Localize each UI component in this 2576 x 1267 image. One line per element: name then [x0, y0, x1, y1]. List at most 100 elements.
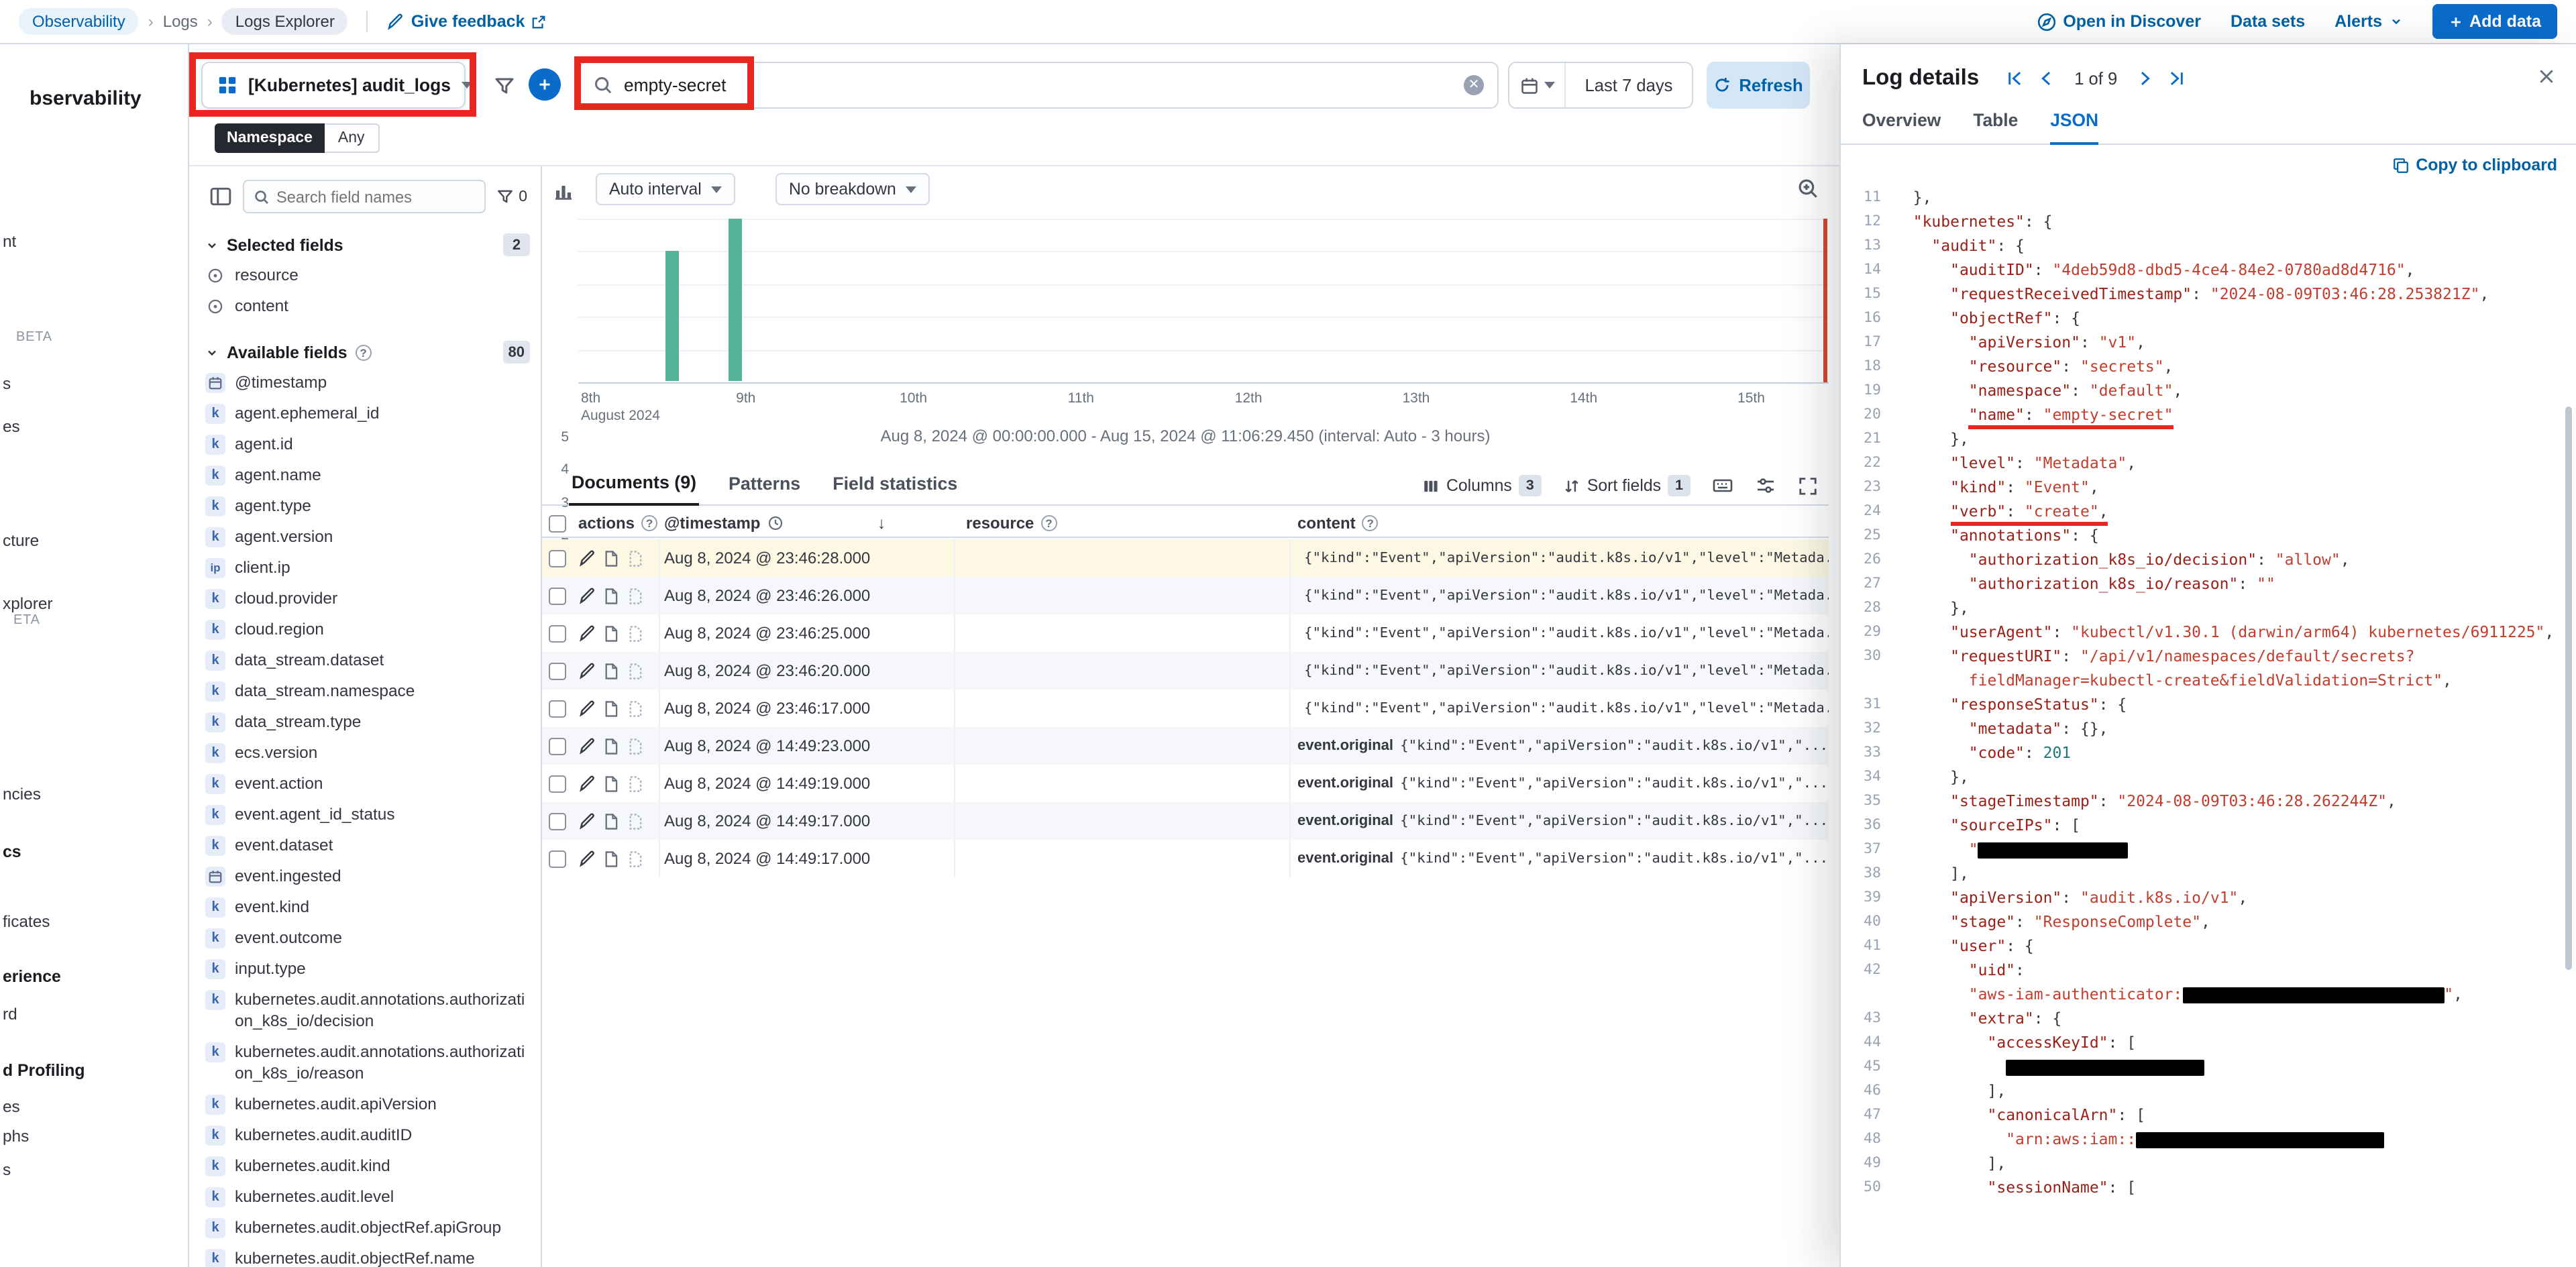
- document-icon[interactable]: [598, 771, 623, 795]
- breakdown-select[interactable]: No breakdown: [775, 173, 930, 205]
- sort-fields-button[interactable]: Sort fields 1: [1563, 475, 1690, 496]
- tab-patterns[interactable]: Patterns: [726, 474, 803, 504]
- table-row[interactable]: Aug 8, 2024 @ 23:46:25.000 {"kind":"Even…: [542, 614, 1829, 652]
- close-icon[interactable]: [2533, 63, 2560, 90]
- clear-query-icon[interactable]: ✕: [1464, 75, 1484, 95]
- add-data-button[interactable]: Add data: [2432, 4, 2557, 39]
- field-item[interactable]: k event.dataset: [205, 829, 530, 860]
- field-item[interactable]: k event.kind: [205, 891, 530, 922]
- document-icon[interactable]: [598, 734, 623, 758]
- field-item[interactable]: k ecs.version: [205, 736, 530, 767]
- field-item[interactable]: k event.action: [205, 767, 530, 798]
- namespace-filter-value[interactable]: Any: [324, 123, 380, 153]
- document-icon[interactable]: [598, 621, 623, 645]
- side-nav-item[interactable]: bservability: [30, 87, 142, 110]
- tab-overview[interactable]: Overview: [1862, 110, 1941, 144]
- first-page-icon[interactable]: [2006, 70, 2023, 87]
- field-item[interactable]: k agent.version: [205, 520, 530, 551]
- expand-document-icon[interactable]: [574, 809, 598, 833]
- table-row[interactable]: Aug 8, 2024 @ 23:46:20.000 {"kind":"Even…: [542, 652, 1829, 690]
- field-item[interactable]: k event.outcome: [205, 922, 530, 952]
- document-icon[interactable]: [598, 809, 623, 833]
- document-icon[interactable]: [598, 696, 623, 720]
- degraded-document-icon[interactable]: [623, 696, 647, 720]
- fullscreen-icon[interactable]: [1798, 476, 1818, 496]
- give-feedback-link[interactable]: Give feedback: [387, 12, 547, 31]
- field-item[interactable]: k agent.type: [205, 490, 530, 520]
- field-item[interactable]: k kubernetes.audit.kind: [205, 1150, 530, 1180]
- side-nav-item[interactable]: d Profiling: [3, 1061, 85, 1080]
- row-checkbox[interactable]: [549, 549, 566, 567]
- side-nav-item[interactable]: xplorer: [3, 594, 53, 613]
- column-header-resource[interactable]: resource: [955, 510, 1291, 537]
- tab-field-statistics[interactable]: Field statistics: [830, 474, 960, 504]
- previous-page-icon[interactable]: [2038, 70, 2055, 87]
- selected-fields-header[interactable]: Selected fields 2: [205, 231, 530, 259]
- degraded-document-icon[interactable]: [623, 621, 647, 645]
- copy-to-clipboard-button[interactable]: Copy to clipboard: [1841, 145, 2576, 180]
- side-nav-item[interactable]: rd: [3, 1005, 17, 1024]
- field-item[interactable]: k kubernetes.audit.objectRef.apiGroup: [205, 1211, 530, 1242]
- field-item[interactable]: k kubernetes.audit.apiVersion: [205, 1088, 530, 1119]
- table-row[interactable]: Aug 8, 2024 @ 14:49:19.000 event.origina…: [542, 765, 1829, 802]
- side-nav-item[interactable]: nt: [3, 232, 16, 251]
- degraded-document-icon[interactable]: [623, 584, 647, 608]
- document-icon[interactable]: [598, 659, 623, 683]
- expand-document-icon[interactable]: [574, 696, 598, 720]
- field-item[interactable]: k agent.id: [205, 428, 530, 459]
- expand-document-icon[interactable]: [574, 846, 598, 871]
- side-nav-item[interactable]: erience: [3, 967, 61, 986]
- filter-icon[interactable]: [488, 70, 521, 102]
- expand-document-icon[interactable]: [574, 771, 598, 795]
- next-page-icon[interactable]: [2136, 70, 2153, 87]
- row-checkbox[interactable]: [549, 587, 566, 604]
- row-checkbox[interactable]: [549, 812, 566, 830]
- last-page-icon[interactable]: [2168, 70, 2186, 87]
- row-checkbox[interactable]: [549, 624, 566, 642]
- field-filter-button[interactable]: 0: [493, 188, 530, 205]
- expand-document-icon[interactable]: [574, 734, 598, 758]
- row-checkbox[interactable]: [549, 737, 566, 755]
- expand-document-icon[interactable]: [574, 621, 598, 645]
- field-item[interactable]: k data_stream.type: [205, 706, 530, 736]
- display-options-icon[interactable]: [1755, 475, 1776, 496]
- side-nav-item[interactable]: s: [3, 374, 11, 393]
- breadcrumb-observability[interactable]: Observability: [19, 8, 139, 35]
- side-nav-item[interactable]: es: [3, 1097, 20, 1116]
- field-item[interactable]: ip client.ip: [205, 551, 530, 582]
- time-range-button[interactable]: Last 7 days: [1566, 63, 1692, 107]
- field-item[interactable]: content: [205, 290, 530, 321]
- side-nav-item[interactable]: cs: [3, 842, 21, 861]
- document-icon[interactable]: [598, 846, 623, 871]
- row-checkbox[interactable]: [549, 850, 566, 867]
- table-row[interactable]: Aug 8, 2024 @ 23:46:28.000 {"kind":"Even…: [542, 539, 1829, 577]
- degraded-document-icon[interactable]: [623, 546, 647, 570]
- table-row[interactable]: Aug 8, 2024 @ 14:49:23.000 event.origina…: [542, 727, 1829, 765]
- expand-document-icon[interactable]: [574, 659, 598, 683]
- query-input[interactable]: [624, 75, 1453, 95]
- keyboard-icon[interactable]: [1712, 475, 1733, 496]
- table-row[interactable]: Aug 8, 2024 @ 14:49:17.000 event.origina…: [542, 802, 1829, 840]
- side-nav-item[interactable]: es: [3, 417, 20, 436]
- degraded-document-icon[interactable]: [623, 771, 647, 795]
- alerts-menu[interactable]: Alerts: [2334, 12, 2402, 31]
- side-nav-item[interactable]: s: [3, 1160, 11, 1179]
- field-item[interactable]: event.ingested: [205, 860, 530, 891]
- side-nav-item[interactable]: phs: [3, 1127, 29, 1146]
- column-header-timestamp[interactable]: @timestamp ↓: [660, 510, 955, 537]
- available-fields-header[interactable]: Available fields 80: [205, 338, 530, 366]
- data-source-selector[interactable]: [Kubernetes] audit_logs: [201, 62, 472, 109]
- select-all-checkbox[interactable]: [549, 514, 566, 532]
- scrollbar-thumb[interactable]: [2565, 406, 2572, 970]
- open-in-discover-link[interactable]: Open in Discover: [2036, 11, 2201, 32]
- field-item[interactable]: k kubernetes.audit.annotations.authorizat…: [205, 983, 530, 1036]
- document-icon[interactable]: [598, 584, 623, 608]
- columns-button[interactable]: Columns 3: [1422, 475, 1542, 496]
- field-item[interactable]: k cloud.provider: [205, 582, 530, 613]
- field-item[interactable]: k kubernetes.audit.objectRef.name: [205, 1242, 530, 1267]
- auto-interval-select[interactable]: Auto interval: [596, 173, 735, 205]
- histogram[interactable]: [578, 219, 1829, 384]
- sort-descending-icon[interactable]: ↓: [877, 514, 885, 533]
- side-nav-item[interactable]: ncies: [3, 785, 41, 804]
- tab-table[interactable]: Table: [1973, 110, 2018, 144]
